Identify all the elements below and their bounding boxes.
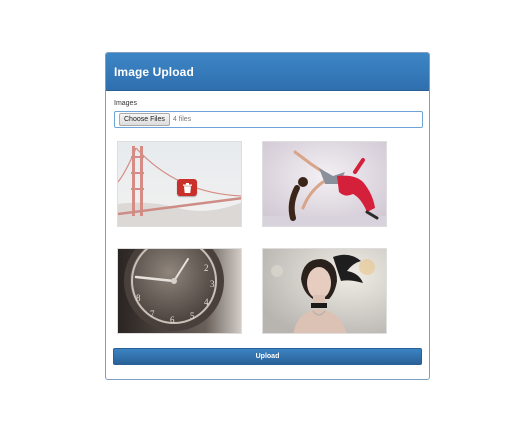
- thumbnail-golden-gate-bridge[interactable]: [117, 141, 242, 227]
- svg-text:3: 3: [210, 279, 215, 289]
- svg-text:6: 6: [170, 315, 175, 325]
- svg-text:7: 7: [150, 309, 155, 319]
- panel-title: Image Upload: [114, 64, 194, 79]
- thumbnail-clock[interactable]: 2 3 4 5 6 7 8: [117, 248, 242, 334]
- delete-image-button[interactable]: [177, 179, 197, 196]
- file-count-text: 4 files: [172, 116, 192, 123]
- trash-icon: [182, 182, 192, 193]
- images-label: Images: [114, 100, 137, 107]
- choose-files-button[interactable]: Choose Files: [119, 113, 170, 126]
- file-input[interactable]: Choose Files 4 files: [114, 111, 423, 128]
- clock-image: 2 3 4 5 6 7 8: [118, 249, 241, 333]
- panel-header: Image Upload: [106, 53, 429, 91]
- svg-text:4: 4: [204, 297, 209, 307]
- thumbnail-portrait[interactable]: [262, 248, 387, 334]
- portrait-image: [263, 249, 386, 333]
- svg-text:8: 8: [136, 293, 141, 303]
- svg-text:5: 5: [190, 311, 195, 321]
- dancer-image: [263, 142, 386, 226]
- svg-text:2: 2: [204, 263, 209, 273]
- thumbnail-dancer[interactable]: [262, 141, 387, 227]
- upload-button[interactable]: Upload: [113, 348, 422, 365]
